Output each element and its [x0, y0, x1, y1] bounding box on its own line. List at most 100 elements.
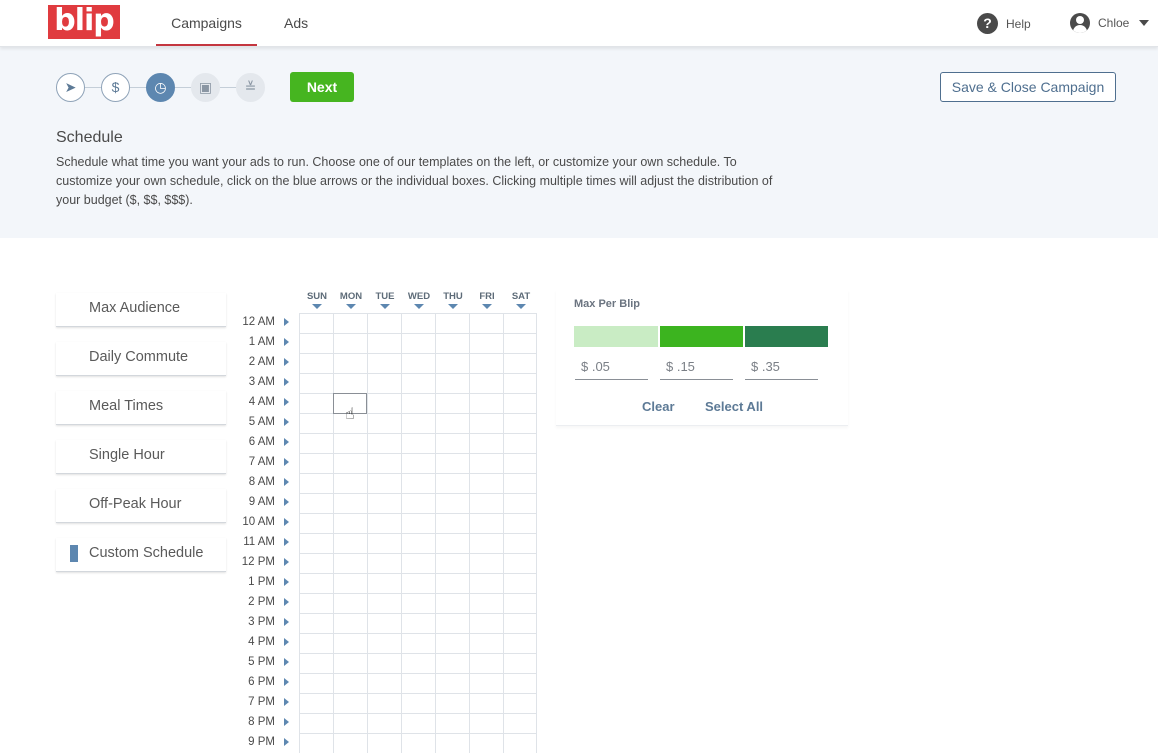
row-select-arrow-icon[interactable] — [284, 478, 289, 486]
hand-cursor-icon: ☝ — [345, 406, 355, 423]
template-label: Off-Peak Hour — [89, 496, 182, 512]
row-select-arrow-icon[interactable] — [284, 378, 289, 386]
column-select-arrow-icon[interactable] — [414, 304, 424, 309]
hour-label: 12 PM — [241, 556, 275, 568]
column-select-arrow-icon[interactable] — [448, 304, 458, 309]
selected-indicator — [70, 545, 78, 562]
row-select-arrow-icon[interactable] — [284, 338, 289, 346]
day-header-thu[interactable]: THU — [436, 291, 470, 309]
day-header-mon[interactable]: MON — [334, 291, 368, 309]
day-header-sun[interactable]: SUN — [300, 291, 334, 309]
template-daily-commute[interactable]: Daily Commute — [56, 342, 226, 376]
day-label: SUN — [306, 291, 328, 302]
day-header-tue[interactable]: TUE — [368, 291, 402, 309]
column-select-arrow-icon[interactable] — [346, 304, 356, 309]
hour-label: 5 PM — [248, 656, 275, 668]
hour-label: 5 AM — [248, 416, 275, 428]
row-select-arrow-icon[interactable] — [284, 618, 289, 626]
image-icon: ▣ — [198, 79, 213, 95]
tier-low-input[interactable]: $ .05 — [575, 356, 648, 380]
row-select-arrow-icon[interactable] — [284, 598, 289, 606]
row-select-arrow-icon[interactable] — [284, 538, 289, 546]
user-avatar-icon — [1070, 13, 1090, 33]
hour-label: 2 PM — [248, 596, 275, 608]
row-select-arrow-icon[interactable] — [284, 678, 289, 686]
hour-label: 3 AM — [248, 376, 275, 388]
hour-label: 6 AM — [248, 436, 275, 448]
step-budget[interactable]: $ — [101, 73, 130, 102]
day-label: FRI — [479, 291, 495, 302]
help-icon: ? — [977, 13, 998, 34]
step-review[interactable]: ≚ — [236, 73, 265, 102]
row-select-arrow-icon[interactable] — [284, 718, 289, 726]
select-all-link[interactable]: Select All — [705, 399, 763, 414]
template-custom-schedule[interactable]: Custom Schedule — [56, 538, 226, 572]
column-select-arrow-icon[interactable] — [312, 304, 322, 309]
row-select-arrow-icon[interactable] — [284, 578, 289, 586]
hour-label: 1 AM — [248, 336, 275, 348]
day-label: THU — [443, 291, 463, 302]
template-max-audience[interactable]: Max Audience — [56, 293, 226, 327]
row-select-arrow-icon[interactable] — [284, 638, 289, 646]
row-select-arrow-icon[interactable] — [284, 558, 289, 566]
row-select-arrow-icon[interactable] — [284, 358, 289, 366]
tier-high-input[interactable]: $ .35 — [745, 356, 818, 380]
row-select-arrow-icon[interactable] — [284, 458, 289, 466]
sliders-icon: ≚ — [244, 79, 257, 95]
day-label: MON — [339, 291, 363, 302]
user-name: Chloe — [1098, 16, 1130, 30]
row-select-arrow-icon[interactable] — [284, 318, 289, 326]
tier-mid-input[interactable]: $ .15 — [660, 356, 733, 380]
hour-label: 9 PM — [248, 736, 275, 748]
schedule-grid[interactable] — [299, 313, 537, 753]
row-select-arrow-icon[interactable] — [284, 698, 289, 706]
column-select-arrow-icon[interactable] — [516, 304, 526, 309]
day-header-sat[interactable]: SAT — [504, 291, 538, 309]
next-button[interactable]: Next — [290, 72, 354, 102]
hour-label: 1 PM — [248, 576, 275, 588]
schedule-description: Schedule what time you want your ads to … — [56, 155, 773, 207]
tier-high-swatch — [745, 326, 828, 347]
row-select-arrow-icon[interactable] — [284, 738, 289, 746]
template-off-peak-hour[interactable]: Off-Peak Hour — [56, 489, 226, 523]
hour-label: 4 AM — [248, 396, 275, 408]
day-label: SAT — [511, 291, 531, 302]
template-single-hour[interactable]: Single Hour — [56, 440, 226, 474]
tab-campaigns[interactable]: Campaigns — [156, 0, 257, 46]
row-select-arrow-icon[interactable] — [284, 418, 289, 426]
dollar-icon: $ — [111, 79, 120, 95]
step-location[interactable]: ➤ — [56, 73, 85, 102]
hour-label: 8 AM — [248, 476, 275, 488]
template-meal-times[interactable]: Meal Times — [56, 391, 226, 425]
blip-logo[interactable]: blip — [48, 5, 120, 39]
row-select-arrow-icon[interactable] — [284, 438, 289, 446]
hour-label: 4 PM — [248, 636, 275, 648]
day-header-fri[interactable]: FRI — [470, 291, 504, 309]
help-label: Help — [1006, 16, 1031, 31]
clock-icon: ◷ — [154, 79, 167, 95]
day-header-wed[interactable]: WED — [402, 291, 436, 309]
hour-label: 11 AM — [243, 536, 275, 548]
step-creative[interactable]: ▣ — [191, 73, 220, 102]
hour-label: 6 PM — [248, 676, 275, 688]
hour-label: 12 AM — [242, 316, 275, 328]
tab-ads[interactable]: Ads — [284, 0, 308, 46]
hour-label: 7 PM — [248, 696, 275, 708]
tier-low-swatch — [574, 326, 658, 347]
save-close-campaign-button[interactable]: Save & Close Campaign — [940, 72, 1116, 102]
column-select-arrow-icon[interactable] — [482, 304, 492, 309]
hour-label: 3 PM — [248, 616, 275, 628]
row-select-arrow-icon[interactable] — [284, 398, 289, 406]
column-select-arrow-icon[interactable] — [380, 304, 390, 309]
row-select-arrow-icon[interactable] — [284, 658, 289, 666]
page-title: Schedule — [56, 129, 123, 146]
template-label: Daily Commute — [89, 349, 189, 365]
chevron-down-icon — [1139, 20, 1150, 26]
row-select-arrow-icon[interactable] — [284, 498, 289, 506]
help-link[interactable]: ? Help — [977, 13, 1031, 34]
row-select-arrow-icon[interactable] — [284, 518, 289, 526]
user-menu[interactable]: Chloe — [1070, 13, 1150, 33]
day-label: TUE — [375, 291, 395, 302]
step-schedule[interactable]: ◷ — [146, 73, 175, 102]
clear-link[interactable]: Clear — [642, 399, 675, 414]
